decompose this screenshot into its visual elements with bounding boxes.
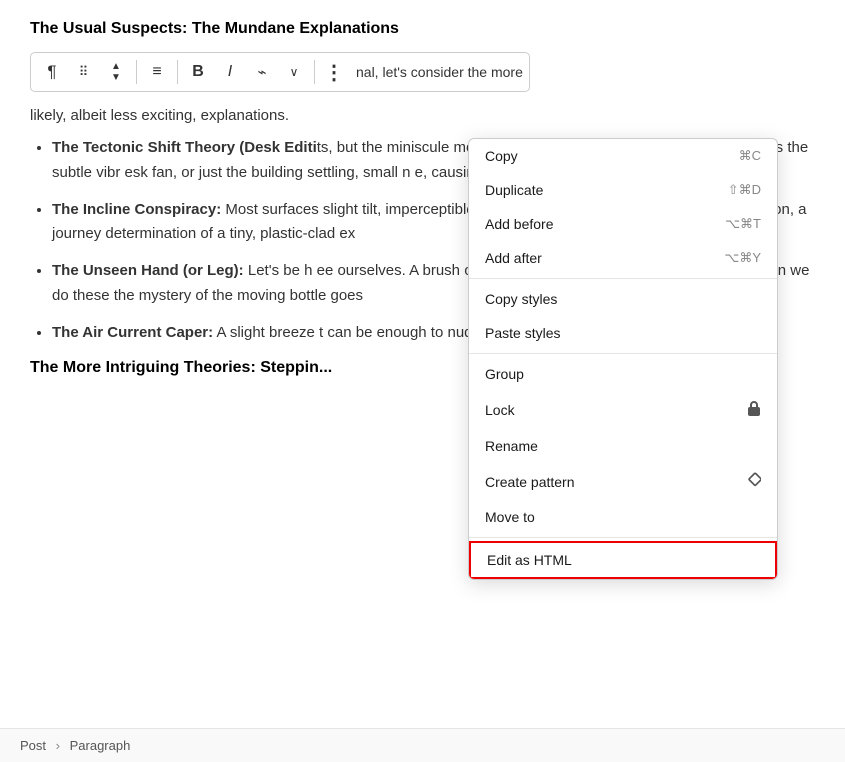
- bullet-bold-2: The Incline Conspiracy:: [52, 201, 221, 218]
- toolbar: ¶ ⠿ ▲▼ ≡ B I ⌁ ∨ ⋮ nal, let's co: [30, 52, 530, 92]
- create-pattern-label: Create pattern: [485, 474, 575, 490]
- edit-as-html-menu-item[interactable]: Edit as HTML: [469, 541, 777, 579]
- menu-group-4: Edit as HTML: [469, 541, 777, 579]
- grid-button[interactable]: ⠿: [69, 57, 99, 87]
- menu-group-3: Group Lock Rename Create pattern: [469, 357, 777, 534]
- pilcrow-button[interactable]: ¶: [37, 57, 67, 87]
- move-to-label: Move to: [485, 509, 535, 525]
- breadcrumb-paragraph: Paragraph: [70, 738, 131, 753]
- diamond-icon: [745, 472, 761, 491]
- breadcrumb-post: Post: [20, 738, 46, 753]
- duplicate-shortcut: ⇧⌘D: [728, 182, 761, 198]
- toolbar-divider-2: [177, 60, 178, 84]
- duplicate-label: Duplicate: [485, 182, 543, 198]
- bullet-bold-1: The Tectonic Shift Theory (Desk Editi: [52, 139, 317, 156]
- italic-button[interactable]: I: [215, 57, 245, 87]
- copy-styles-label: Copy styles: [485, 291, 557, 307]
- align-icon: ≡: [152, 63, 161, 81]
- copy-styles-menu-item[interactable]: Copy styles: [469, 282, 777, 316]
- menu-group-1: Copy ⌘C Duplicate ⇧⌘D Add before ⌥⌘T Add…: [469, 139, 777, 275]
- add-after-menu-item[interactable]: Add after ⌥⌘Y: [469, 241, 777, 275]
- context-menu: Copy ⌘C Duplicate ⇧⌘D Add before ⌥⌘T Add…: [468, 138, 778, 580]
- bullet-bold-3: The Unseen Hand (or Leg):: [52, 262, 244, 279]
- copy-label: Copy: [485, 148, 518, 164]
- menu-group-2: Copy styles Paste styles: [469, 282, 777, 350]
- lock-label: Lock: [485, 402, 515, 418]
- rename-label: Rename: [485, 438, 538, 454]
- add-before-label: Add before: [485, 216, 554, 232]
- bold-button[interactable]: B: [183, 57, 213, 87]
- edit-as-html-label: Edit as HTML: [487, 552, 572, 568]
- lock-icon: [747, 400, 761, 420]
- paste-styles-label: Paste styles: [485, 325, 560, 341]
- page-content: The Usual Suspects: The Mundane Explanat…: [0, 0, 845, 377]
- menu-separator-2: [469, 353, 777, 354]
- align-button[interactable]: ≡: [142, 57, 172, 87]
- link-icon: ⌁: [257, 63, 266, 81]
- copy-menu-item[interactable]: Copy ⌘C: [469, 139, 777, 173]
- menu-separator-1: [469, 278, 777, 279]
- bold-icon: B: [192, 63, 204, 81]
- document-title: The Usual Suspects: The Mundane Explanat…: [30, 20, 815, 38]
- group-menu-item[interactable]: Group: [469, 357, 777, 391]
- chevron-down-icon: ∨: [290, 65, 299, 79]
- more-options-button[interactable]: ⋮: [320, 57, 348, 87]
- group-label: Group: [485, 366, 524, 382]
- breadcrumb-separator: ›: [56, 738, 60, 753]
- add-after-label: Add after: [485, 250, 542, 266]
- updown-icon: ▲▼: [111, 61, 121, 83]
- italic-icon: I: [228, 63, 232, 81]
- toolbar-divider-3: [314, 60, 315, 84]
- lock-menu-item[interactable]: Lock: [469, 391, 777, 429]
- pilcrow-icon: ¶: [47, 62, 56, 82]
- duplicate-menu-item[interactable]: Duplicate ⇧⌘D: [469, 173, 777, 207]
- link-button[interactable]: ⌁: [247, 57, 277, 87]
- breadcrumb: Post › Paragraph: [20, 738, 130, 753]
- add-before-shortcut: ⌥⌘T: [725, 216, 761, 232]
- intro-text: likely, albeit less exciting, explanatio…: [30, 104, 815, 126]
- status-bar: Post › Paragraph: [0, 728, 845, 762]
- chevron-down-button[interactable]: ∨: [279, 57, 309, 87]
- add-after-shortcut: ⌥⌘Y: [724, 250, 761, 266]
- grid-icon: ⠿: [79, 64, 90, 80]
- toolbar-divider-1: [136, 60, 137, 84]
- paste-styles-menu-item[interactable]: Paste styles: [469, 316, 777, 350]
- create-pattern-menu-item[interactable]: Create pattern: [469, 463, 777, 500]
- updown-button[interactable]: ▲▼: [101, 57, 131, 87]
- menu-separator-3: [469, 537, 777, 538]
- toolbar-continuation: nal, let's consider the more: [356, 64, 523, 80]
- add-before-menu-item[interactable]: Add before ⌥⌘T: [469, 207, 777, 241]
- move-to-menu-item[interactable]: Move to: [469, 500, 777, 534]
- ellipsis-vertical-icon: ⋮: [324, 60, 344, 85]
- bullet-bold-4: The Air Current Caper:: [52, 324, 213, 341]
- copy-shortcut: ⌘C: [739, 148, 761, 164]
- rename-menu-item[interactable]: Rename: [469, 429, 777, 463]
